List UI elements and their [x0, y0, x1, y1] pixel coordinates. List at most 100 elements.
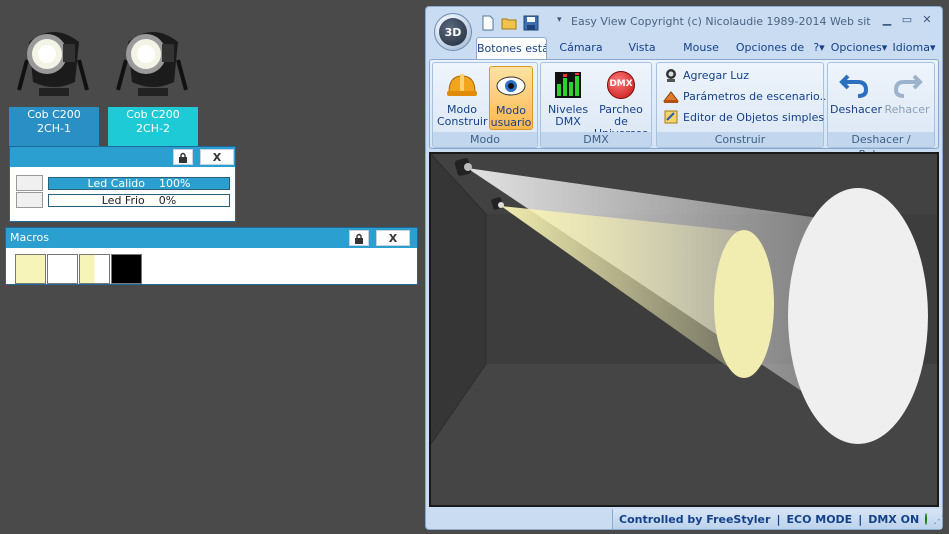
group-label: DMX — [541, 132, 651, 147]
status-separator: | — [858, 512, 863, 526]
group-deshacer: Deshacer Rehacer Deshacer / Rehacer — [827, 62, 935, 161]
maximize-icon[interactable]: ▭ — [898, 13, 916, 29]
faders-panel: X Led Calido 100% Led Frio 0% — [9, 146, 236, 222]
button-label-line2: DMX — [555, 115, 581, 128]
close-button[interactable]: X — [376, 230, 410, 246]
menu-help[interactable]: ?▾ — [810, 37, 828, 59]
group-dmx: Niveles DMX DMX Parcheo de Universos DMX — [540, 62, 652, 148]
menu-idioma[interactable]: Idioma▾ — [890, 37, 938, 59]
parametros-escenario-button[interactable]: Parámetros de escenario... — [663, 86, 830, 106]
spot-warm — [714, 230, 774, 378]
fader-bar[interactable]: Led Calido 100% — [48, 177, 230, 190]
dmx-status-led-icon — [925, 513, 928, 525]
button-label-line2: usuario — [490, 116, 532, 129]
macros-panel-header[interactable]: Macros X — [6, 228, 417, 248]
minimize-icon[interactable]: ▁ — [878, 13, 896, 29]
panel-title: Macros — [10, 231, 50, 244]
parcheo-universos-button[interactable]: DMX Parcheo de Universos — [591, 66, 651, 140]
lock-button[interactable] — [173, 149, 193, 165]
group-label: Deshacer / Rehacer — [828, 132, 934, 161]
close-button[interactable]: X — [200, 149, 234, 165]
fader-bar[interactable]: Led Frio 0% — [48, 194, 230, 207]
spot-cold — [788, 188, 928, 444]
button-label: Deshacer — [830, 103, 883, 116]
fixture-cob-c200-1[interactable]: Cob C200 2CH-1 — [9, 12, 99, 148]
tab-vista[interactable]: Vista — [620, 37, 664, 59]
dmx-badge: DMX — [609, 79, 633, 89]
lock-icon — [179, 152, 187, 163]
fader-value: 100% — [158, 177, 191, 190]
close-window-icon[interactable]: ✕ — [918, 13, 936, 29]
ribbon-tabs: Botones está Cámara Vista Mouse Opciones… — [426, 37, 942, 59]
tab-opciones-de[interactable]: Opciones de — [734, 37, 806, 59]
macro-swatch-both[interactable] — [79, 254, 110, 284]
undo-icon — [838, 68, 872, 102]
button-label: Parámetros de escenario... — [683, 89, 831, 103]
eye-icon — [494, 69, 528, 103]
fader-value: 0% — [158, 194, 177, 207]
agregar-luz-button[interactable]: Agregar Luz — [663, 65, 749, 85]
tab-mouse[interactable]: Mouse — [678, 37, 724, 59]
open-folder-icon[interactable] — [501, 15, 517, 31]
dmx-patch-icon: DMX — [604, 68, 638, 102]
fader-toggle-button[interactable] — [16, 175, 43, 191]
fader-led-calido[interactable]: Led Calido 100% — [16, 175, 230, 191]
add-light-icon — [666, 69, 676, 82]
status-controlled: Controlled by FreeStyler — [619, 512, 771, 526]
group-modo: Modo Construir Modo usuario Modo — [432, 62, 538, 148]
ribbon: Modo Construir Modo usuario Modo Niveles… — [429, 59, 939, 161]
app-orb-button[interactable]: 3D — [434, 13, 472, 51]
group-construir: Agregar Luz Parámetros de escenario... E… — [656, 62, 830, 148]
par-light-icon — [108, 12, 198, 106]
redo-icon — [890, 68, 924, 102]
stage-params-icon — [663, 91, 679, 103]
app-orb-label: 3D — [439, 18, 467, 46]
group-label: Construir — [657, 132, 823, 147]
modo-construir-button[interactable]: Modo Construir — [437, 66, 488, 130]
new-file-icon[interactable] — [480, 15, 496, 31]
button-label: Rehacer — [884, 103, 930, 116]
quick-access-dropdown-icon[interactable]: ▾ — [557, 15, 562, 25]
window-title: Easy View Copyright (c) Nicolaudie 1989-… — [571, 15, 871, 28]
fixture-label: Cob C200 2CH-1 — [9, 107, 99, 148]
status-eco-mode: ECO MODE — [786, 512, 853, 526]
button-label-line2: Construir — [437, 115, 488, 128]
fixture-cob-c200-2[interactable]: Cob C200 2CH-2 — [108, 12, 198, 148]
stage-render — [431, 154, 937, 505]
close-icon: X — [388, 231, 398, 245]
macros-panel: Macros X — [5, 227, 418, 285]
macro-swatch-off[interactable] — [111, 254, 142, 284]
faders-panel-header[interactable]: X — [10, 147, 235, 167]
undo-button[interactable]: Deshacer — [830, 66, 883, 130]
close-icon: X — [212, 150, 222, 164]
fader-led-frio[interactable]: Led Frio 0% — [16, 192, 230, 208]
lock-icon — [355, 233, 363, 244]
tab-botones[interactable]: Botones está — [476, 37, 547, 59]
easy-view-window: 3D ▾ Easy View Copyright (c) Nicolaudie … — [425, 6, 944, 530]
save-icon[interactable] — [523, 15, 539, 31]
par-light-icon — [9, 12, 99, 106]
macro-swatch-warm[interactable] — [15, 254, 46, 284]
fader-toggle-button[interactable] — [16, 192, 43, 208]
fixture-label: Cob C200 2CH-2 — [108, 107, 198, 148]
modo-usuario-button[interactable]: Modo usuario — [489, 66, 533, 130]
lock-button[interactable] — [349, 230, 369, 246]
resize-grip-icon[interactable]: ⋰ — [933, 513, 944, 526]
button-label-line1: Parcheo de — [599, 103, 643, 128]
group-label: Modo — [433, 132, 537, 147]
3d-viewport[interactable] — [429, 152, 939, 507]
editor-objetos-button[interactable]: Editor de Objetos simples — [663, 107, 824, 127]
fader-name: Led Calido — [87, 177, 145, 190]
redo-button[interactable]: Rehacer — [882, 66, 932, 130]
menu-opciones[interactable]: Opciones▾ — [830, 37, 888, 59]
button-label: Agregar Luz — [683, 68, 749, 82]
status-separator: | — [776, 512, 781, 526]
tab-camara[interactable]: Cámara — [554, 37, 608, 59]
dmx-levels-icon — [551, 68, 585, 102]
title-bar[interactable]: 3D ▾ Easy View Copyright (c) Nicolaudie … — [426, 7, 942, 51]
fixture-channel: 2CH-2 — [136, 122, 170, 135]
status-dmx-on: DMX ON — [868, 512, 920, 526]
niveles-dmx-button[interactable]: Niveles DMX — [545, 66, 591, 130]
button-label: Editor de Objetos simples — [683, 110, 825, 124]
macro-swatch-cold[interactable] — [47, 254, 78, 284]
